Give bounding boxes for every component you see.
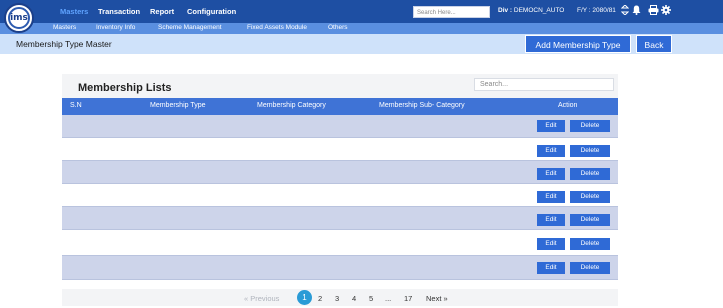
sub-menu: Masters Inventory Info Scheme Management… xyxy=(0,23,723,34)
page-ellipsis: ... xyxy=(385,294,392,303)
delete-button[interactable]: Delete xyxy=(570,238,610,250)
table-row: Edit Delete xyxy=(62,256,618,280)
gear-icon[interactable] xyxy=(660,5,672,17)
global-search-input[interactable]: Search Here... xyxy=(413,6,490,18)
top-menu-report[interactable]: Report xyxy=(150,7,174,16)
membership-list-card: Membership Lists Search... S.N Membershi… xyxy=(62,74,618,306)
delete-button[interactable]: Delete xyxy=(570,262,610,274)
top-menu-masters[interactable]: Masters xyxy=(60,7,88,16)
table-header: S.N Membership Type Membership Category … xyxy=(62,98,618,115)
ims-logo[interactable]: ims xyxy=(4,3,34,33)
sub-menu-others[interactable]: Others xyxy=(328,24,348,31)
page-link-last[interactable]: 17 xyxy=(404,294,412,303)
column-membership-type[interactable]: Membership Type xyxy=(150,102,206,109)
top-menu-transaction[interactable]: Transaction xyxy=(98,7,140,16)
page-title: Membership Type Master xyxy=(16,39,112,49)
sub-menu-fixed-assets-module[interactable]: Fixed Assets Module xyxy=(247,24,307,31)
fiscal-year-info: F/Y : 2080/81 xyxy=(577,7,616,14)
table-row: Edit Delete xyxy=(62,138,618,161)
delete-button[interactable]: Delete xyxy=(570,120,610,132)
fiscal-year-label: F/Y : xyxy=(577,7,591,14)
card-header: Membership Lists Search... xyxy=(62,74,618,98)
table-row: Edit Delete xyxy=(62,230,618,256)
delete-button[interactable]: Delete xyxy=(570,191,610,203)
add-membership-type-button[interactable]: Add Membership Type xyxy=(525,35,631,53)
edit-button[interactable]: Edit xyxy=(537,120,565,132)
back-button[interactable]: Back xyxy=(636,35,672,53)
column-action: Action xyxy=(558,102,578,109)
division-info: Div : DEMOCN_AUTO xyxy=(498,7,564,14)
edit-button[interactable]: Edit xyxy=(537,145,565,157)
page-current[interactable]: 1 xyxy=(297,290,312,305)
top-menu-configuration[interactable]: Configuration xyxy=(187,7,236,16)
edit-button[interactable]: Edit xyxy=(537,214,565,226)
division-value: DEMOCN_AUTO xyxy=(513,7,565,14)
sub-menu-masters[interactable]: Masters xyxy=(53,24,76,31)
bell-icon[interactable] xyxy=(630,5,642,17)
printer-icon[interactable] xyxy=(647,5,659,17)
division-label: Div : xyxy=(498,7,513,14)
column-membership-category[interactable]: Membership Category xyxy=(257,102,326,109)
fiscal-year-value: 2080/81 xyxy=(592,7,616,14)
table-row: Edit Delete xyxy=(62,115,618,138)
column-sn[interactable]: S.N xyxy=(70,102,82,109)
next-page-link[interactable]: Next » xyxy=(426,294,448,303)
edit-button[interactable]: Edit xyxy=(537,191,565,203)
page-link[interactable]: 3 xyxy=(335,294,339,303)
sub-menu-inventory-info[interactable]: Inventory Info xyxy=(96,24,135,31)
delete-button[interactable]: Delete xyxy=(570,145,610,157)
edit-button[interactable]: Edit xyxy=(537,262,565,274)
previous-page-link[interactable]: « Previous xyxy=(244,294,279,303)
list-search-input[interactable]: Search... xyxy=(474,78,614,91)
page-link[interactable]: 4 xyxy=(352,294,356,303)
pagination: « Previous 1 2 3 4 5 ... 17 Next » xyxy=(62,289,618,306)
card-title: Membership Lists xyxy=(78,82,172,94)
table-row: Edit Delete xyxy=(62,184,618,207)
table-row: Edit Delete xyxy=(62,161,618,184)
table-row: Edit Delete xyxy=(62,207,618,230)
delete-button[interactable]: Delete xyxy=(570,168,610,180)
logo-text: ims xyxy=(8,7,30,29)
edit-button[interactable]: Edit xyxy=(537,168,565,180)
delete-button[interactable]: Delete xyxy=(570,214,610,226)
page-link[interactable]: 2 xyxy=(318,294,322,303)
edit-button[interactable]: Edit xyxy=(537,238,565,250)
sub-menu-scheme-management[interactable]: Scheme Management xyxy=(158,24,222,31)
page-link[interactable]: 5 xyxy=(369,294,373,303)
column-membership-sub-category[interactable]: Membership Sub- Category xyxy=(379,102,465,109)
